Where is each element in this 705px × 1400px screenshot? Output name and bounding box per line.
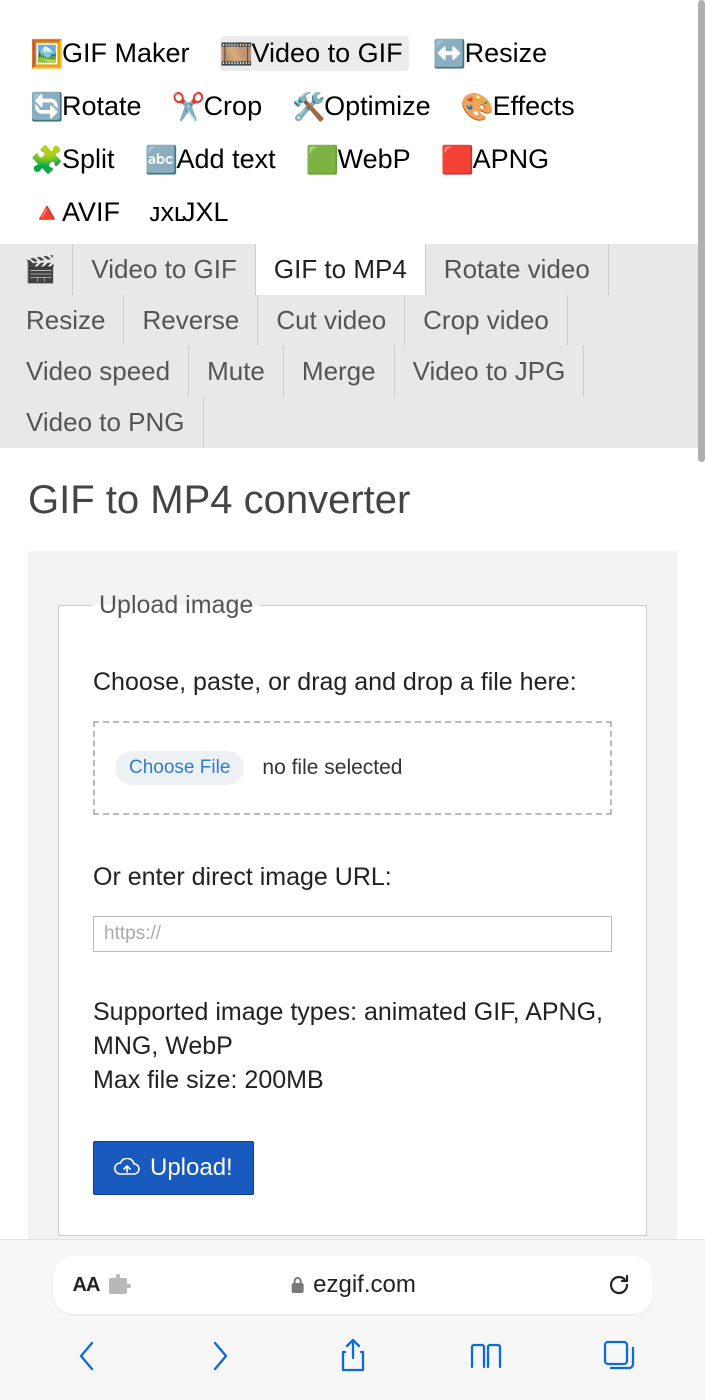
subnav-video-to-gif[interactable]: Video to GIF (73, 244, 256, 295)
subnav-rotate-video[interactable]: Rotate video (426, 244, 609, 295)
optimize-icon: 🛠️ (298, 96, 320, 118)
main-content: GIF to MP4 converter Upload image Choose… (0, 448, 705, 1276)
tool-label: Rotate (62, 91, 142, 122)
fieldset-legend: Upload image (93, 591, 259, 620)
subnav-video-speed[interactable]: Video speed (8, 346, 189, 397)
subnav-home[interactable]: 🎬 (8, 244, 73, 295)
crop-icon: ✂️ (178, 96, 200, 118)
tool-apng[interactable]: 🟥APNG (441, 142, 556, 177)
tool-label: JXL (182, 197, 229, 228)
subnav-video-to-jpg[interactable]: Video to JPG (395, 346, 585, 397)
upload-button[interactable]: Upload! (93, 1141, 254, 1195)
tool-split[interactable]: 🧩Split (30, 142, 121, 177)
choose-instruction: Choose, paste, or drag and drop a file h… (93, 668, 612, 697)
safari-toolbar (0, 1322, 705, 1400)
bookmarks-button[interactable] (466, 1336, 506, 1376)
tool-webp[interactable]: 🟩WebP (306, 142, 417, 177)
tool-effects[interactable]: 🎨Effects (461, 89, 581, 124)
subnav-gif-to-mp4[interactable]: GIF to MP4 (256, 244, 426, 295)
tool-label: Resize (465, 38, 548, 69)
effects-icon: 🎨 (467, 96, 489, 118)
video-to-gif-icon: 🎞️ (226, 43, 248, 65)
tool-label: Effects (493, 91, 575, 122)
add-text-icon: 🔤 (151, 149, 173, 171)
cloud-upload-icon (114, 1158, 140, 1178)
address-row: AA ezgif.com (0, 1240, 705, 1322)
scrollbar[interactable] (698, 0, 705, 462)
subnav-cut-video[interactable]: Cut video (258, 295, 405, 346)
jxl-icon: ᴊxʟ (156, 202, 178, 224)
address-pill[interactable]: AA ezgif.com (53, 1256, 653, 1314)
video-subnav: 🎬Video to GIFGIF to MP4Rotate video Resiz… (0, 244, 705, 448)
tool-label: Video to GIF (252, 38, 403, 69)
file-dropzone[interactable]: Choose File no file selected (93, 721, 612, 815)
tool-label: Add text (177, 144, 276, 175)
tabs-button[interactable] (599, 1336, 639, 1376)
url-label: Or enter direct image URL: (93, 863, 612, 892)
supported-types-text: Supported image types: animated GIF, APN… (93, 996, 612, 1097)
page-title: GIF to MP4 converter (28, 478, 677, 523)
tools-nav: 🖼️GIF Maker 🎞️Video to GIF ↔️Resize 🔄Rotate… (0, 0, 705, 244)
share-button[interactable] (333, 1336, 373, 1376)
subnav-video-to-png[interactable]: Video to PNG (8, 397, 204, 448)
url-input[interactable] (93, 916, 612, 952)
avif-icon: 🔺 (36, 202, 58, 224)
subnav-crop-video[interactable]: Crop video (405, 295, 568, 346)
tool-label: AVIF (62, 197, 120, 228)
tool-rotate[interactable]: 🔄Rotate (30, 89, 148, 124)
no-file-selected-text: no file selected (262, 756, 402, 780)
extensions-icon[interactable] (107, 1274, 131, 1296)
forward-button[interactable] (200, 1336, 240, 1376)
subnav-reverse[interactable]: Reverse (124, 295, 258, 346)
apng-icon: 🟥 (447, 149, 469, 171)
split-icon: 🧩 (36, 149, 58, 171)
tool-gif-maker[interactable]: 🖼️GIF Maker (30, 36, 196, 71)
upload-fieldset: Upload image Choose, paste, or drag and … (58, 591, 647, 1236)
rotate-icon: 🔄 (36, 96, 58, 118)
tool-add-text[interactable]: 🔤Add text (145, 142, 282, 177)
tool-label: Crop (204, 91, 263, 122)
back-button[interactable] (67, 1336, 107, 1376)
upload-panel: Upload image Choose, paste, or drag and … (28, 551, 677, 1276)
tool-crop[interactable]: ✂️Crop (172, 89, 269, 124)
tool-optimize[interactable]: 🛠️Optimize (292, 89, 437, 124)
resize-icon: ↔️ (439, 43, 461, 65)
tool-jxl[interactable]: ᴊxʟJXL (150, 195, 235, 230)
webp-icon: 🟩 (312, 149, 334, 171)
tool-label: Split (62, 144, 115, 175)
safari-bottom-bar: AA ezgif.com (0, 1239, 705, 1400)
subnav-merge[interactable]: Merge (284, 346, 395, 397)
tool-label: WebP (338, 144, 411, 175)
gif-maker-icon: 🖼️ (36, 43, 58, 65)
tool-avif[interactable]: 🔺AVIF (30, 195, 126, 230)
reload-icon[interactable] (606, 1272, 632, 1298)
tool-label: APNG (473, 144, 550, 175)
subnav-resize[interactable]: Resize (8, 295, 124, 346)
tool-resize[interactable]: ↔️Resize (433, 36, 554, 71)
address-domain: ezgif.com (313, 1271, 416, 1299)
tool-label: GIF Maker (62, 38, 190, 69)
tool-video-to-gif[interactable]: 🎞️Video to GIF (220, 36, 409, 71)
choose-file-button[interactable]: Choose File (115, 751, 244, 785)
lock-icon (289, 1276, 305, 1294)
text-size-button[interactable]: AA (73, 1274, 100, 1297)
tool-label: Optimize (324, 91, 431, 122)
subnav-mute[interactable]: Mute (189, 346, 284, 397)
